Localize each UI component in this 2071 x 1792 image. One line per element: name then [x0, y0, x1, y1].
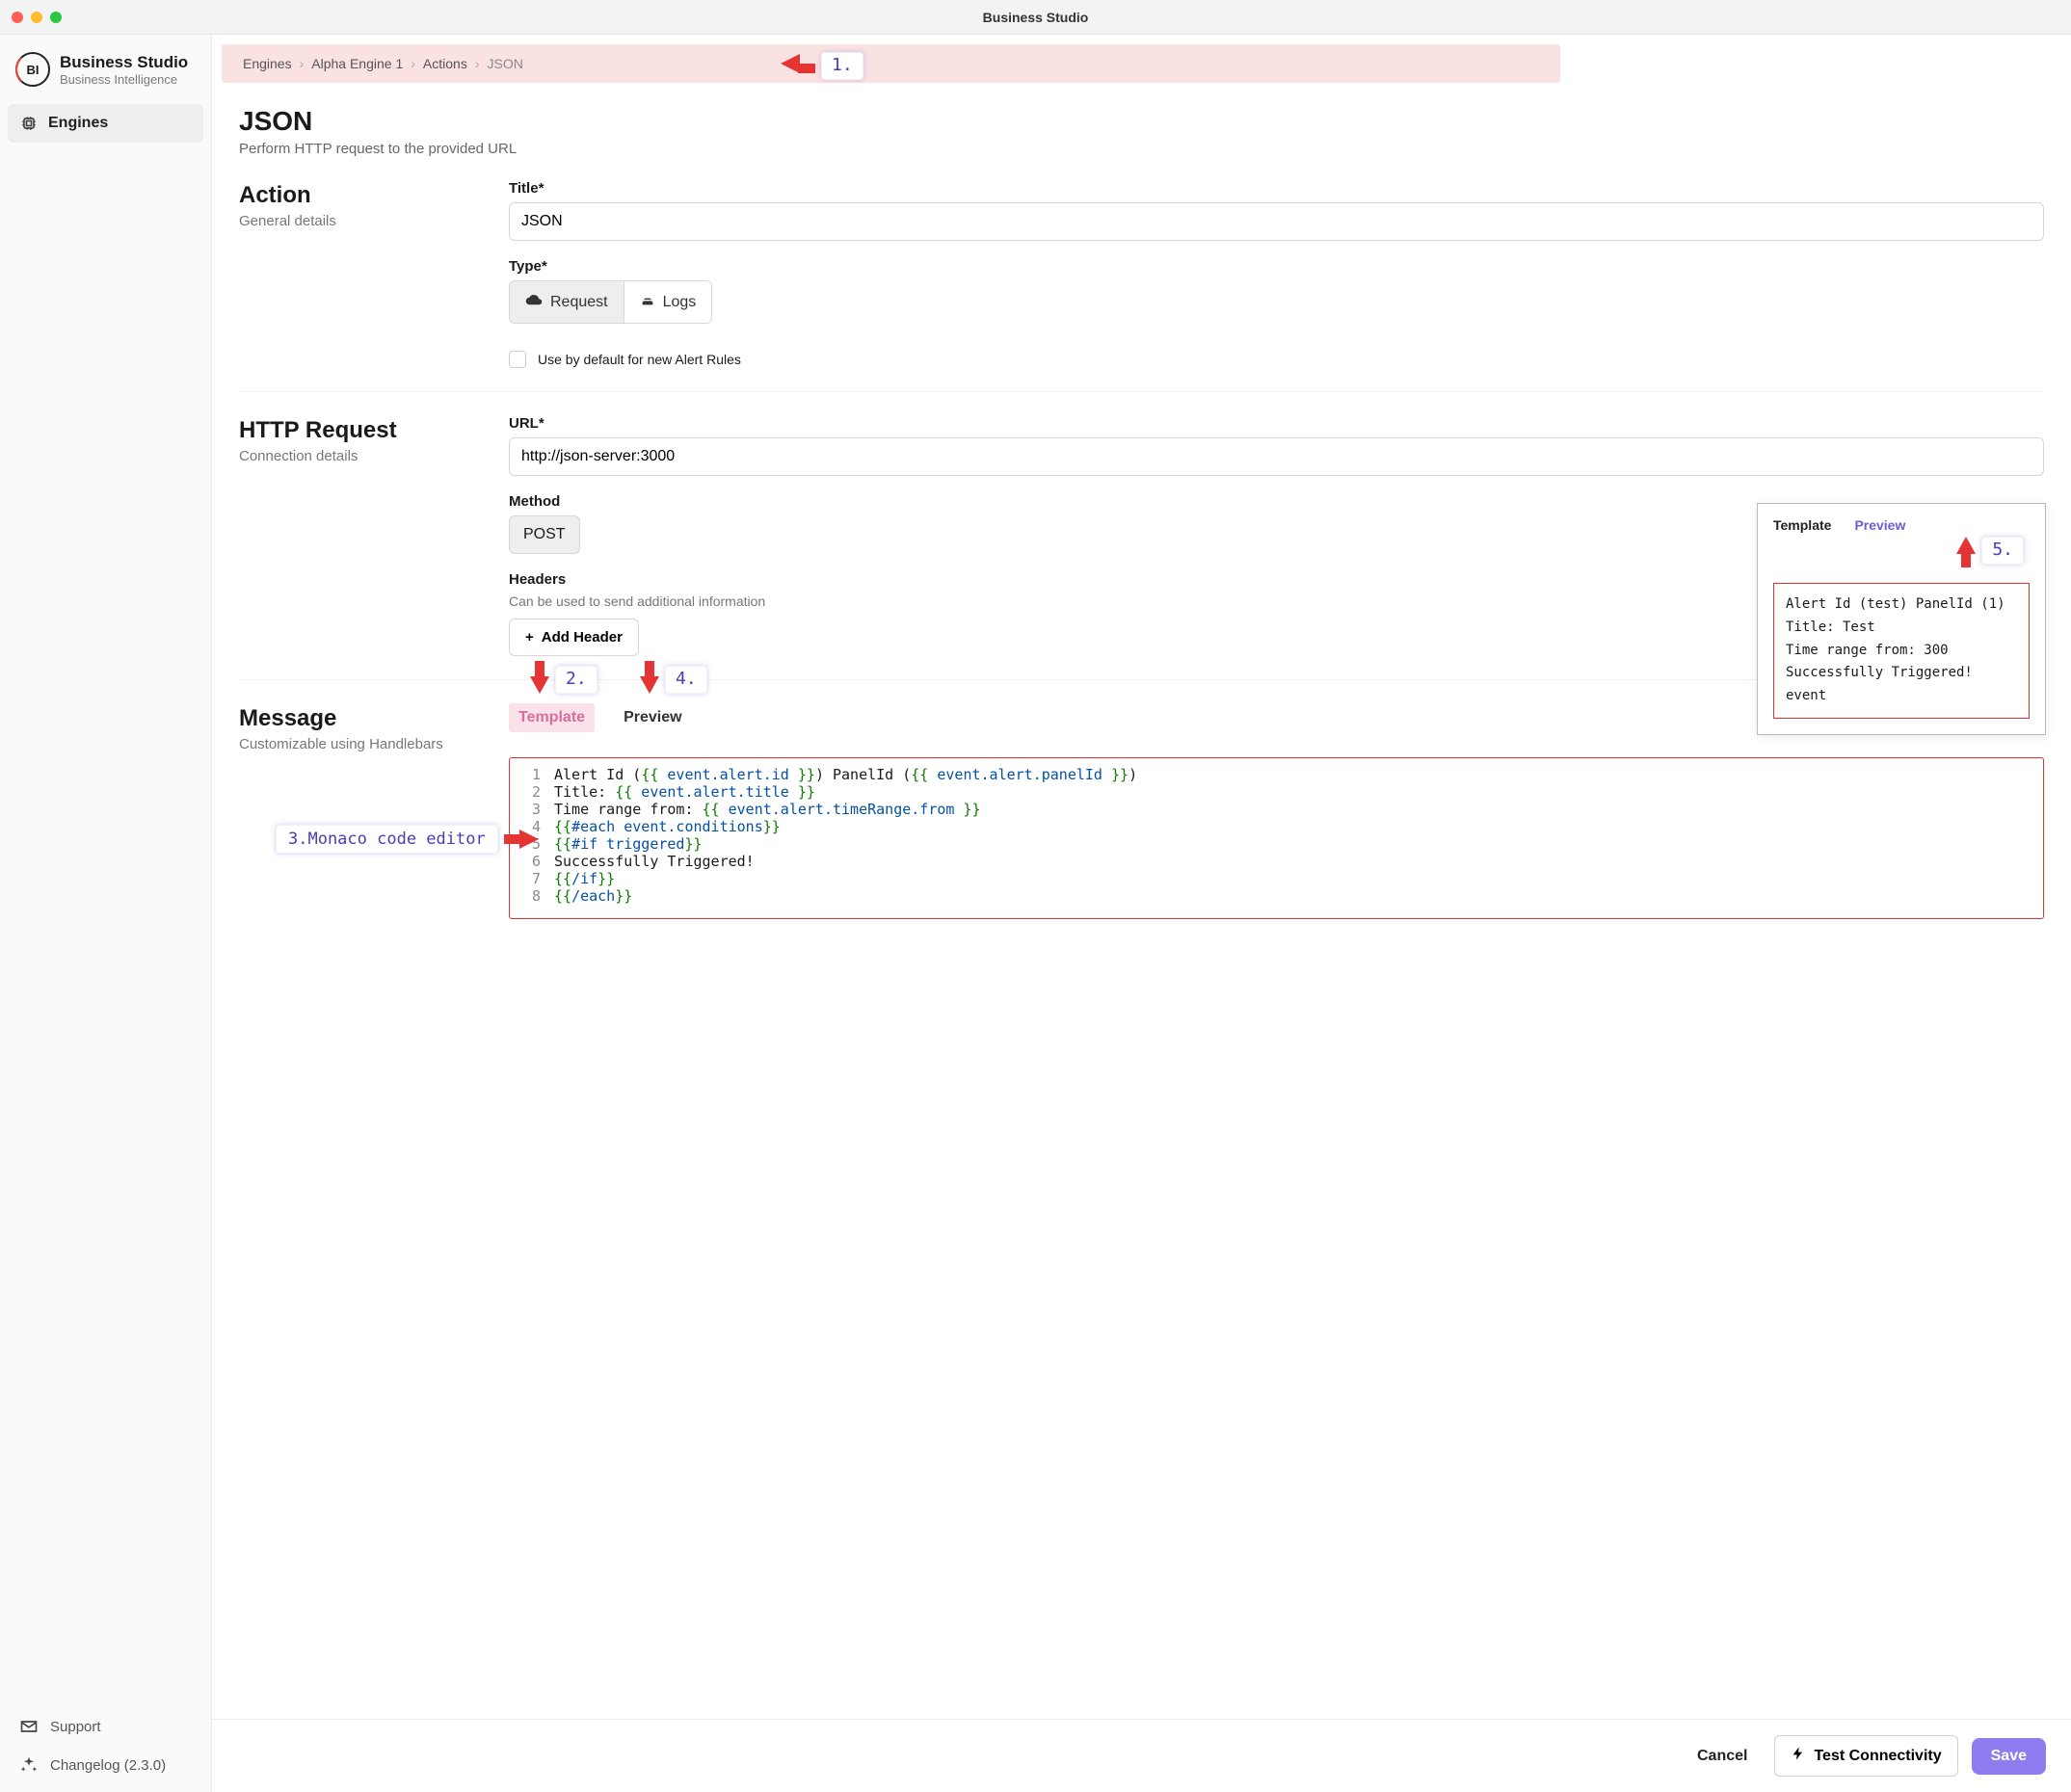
default-checkbox-label: Use by default for new Alert Rules	[538, 352, 741, 367]
type-logs-label: Logs	[663, 294, 697, 311]
chevron-right-icon: ›	[300, 56, 305, 71]
sidebar-item-support[interactable]: Support	[15, 1709, 196, 1744]
section-heading: Message	[239, 705, 480, 732]
section-heading: Action	[239, 182, 480, 209]
page-title: JSON	[239, 106, 2044, 137]
page-subtitle: Perform HTTP request to the provided URL	[239, 141, 2044, 157]
main-content: Engines › Alpha Engine 1 › Actions › JSO…	[212, 35, 2071, 1792]
arrow-down-icon	[640, 661, 659, 694]
breadcrumb-item[interactable]: Engines	[243, 56, 292, 71]
annotation-3: 3.Monaco code editor	[276, 825, 539, 854]
breadcrumb: Engines › Alpha Engine 1 › Actions › JSO…	[222, 44, 1560, 83]
preview-tab-template[interactable]: Template	[1773, 517, 1831, 533]
brand-title: Business Studio	[60, 53, 188, 72]
bolt-icon	[1791, 1746, 1806, 1766]
arrow-up-icon	[1956, 537, 1976, 567]
section-heading: HTTP Request	[239, 417, 480, 444]
sidebar-item-engines[interactable]: Engines	[8, 104, 203, 143]
footer-actions: Cancel Test Connectivity Save	[212, 1719, 2071, 1792]
annotation-2: 2.	[530, 661, 597, 694]
breadcrumb-item[interactable]: Actions	[423, 56, 467, 71]
preview-output: Alert Id (test) PanelId (1) Title: Test …	[1773, 583, 2030, 719]
test-connectivity-button[interactable]: Test Connectivity	[1774, 1735, 1957, 1777]
type-request-label: Request	[550, 294, 608, 311]
section-sub: Connection details	[239, 448, 480, 464]
default-checkbox[interactable]	[509, 351, 526, 368]
annotation-4: 4.	[640, 661, 707, 694]
section-sub: Customizable using Handlebars	[239, 736, 480, 752]
annotation-1: 1.	[781, 52, 863, 80]
breadcrumb-item-current: JSON	[488, 56, 523, 71]
section-action: Action General details Title* Type*	[239, 157, 2044, 392]
window-title: Business Studio	[0, 10, 2071, 25]
sidebar: BI Business Studio Business Intelligence…	[0, 35, 212, 1792]
arrow-down-icon	[530, 661, 549, 694]
section-sub: General details	[239, 213, 480, 229]
brand: BI Business Studio Business Intelligence	[8, 48, 203, 104]
label-title: Title*	[509, 180, 2044, 197]
close-window-icon[interactable]	[12, 12, 23, 23]
mail-icon	[19, 1717, 39, 1736]
tab-preview[interactable]: Preview	[622, 703, 683, 732]
preview-panel: Template Preview 5. Alert Id (test) Pane…	[1757, 503, 2046, 735]
cancel-button[interactable]: Cancel	[1684, 1740, 1761, 1773]
window-controls	[12, 12, 62, 23]
maximize-window-icon[interactable]	[50, 12, 62, 23]
sparkle-icon	[19, 1755, 39, 1775]
preview-tab-preview[interactable]: Preview	[1854, 517, 1905, 533]
save-button[interactable]: Save	[1972, 1738, 2046, 1775]
sidebar-item-label: Engines	[48, 115, 108, 132]
arrow-left-icon	[781, 54, 815, 78]
minimize-window-icon[interactable]	[31, 12, 42, 23]
label-url: URL*	[509, 415, 2044, 432]
type-logs-button[interactable]: Logs	[624, 281, 712, 323]
label-type: Type*	[509, 258, 2044, 275]
method-select[interactable]: POST	[509, 515, 580, 554]
arrow-right-icon	[504, 830, 539, 849]
cloud-icon	[525, 291, 543, 313]
sidebar-item-changelog[interactable]: Changelog (2.3.0)	[15, 1748, 196, 1782]
breadcrumb-item[interactable]: Alpha Engine 1	[311, 56, 403, 71]
add-header-label: Add Header	[542, 629, 623, 646]
url-input[interactable]	[509, 437, 2044, 476]
chevron-right-icon: ›	[411, 56, 415, 71]
annotation-5: 5.	[1956, 537, 2024, 567]
chevron-right-icon: ›	[475, 56, 480, 71]
tab-template[interactable]: Template	[509, 703, 595, 732]
chip-icon	[19, 114, 39, 133]
sidebar-item-label: Changelog (2.3.0)	[50, 1757, 166, 1774]
window-titlebar: Business Studio	[0, 0, 2071, 35]
type-request-button[interactable]: Request	[510, 281, 624, 323]
add-header-button[interactable]: + Add Header	[509, 619, 639, 656]
disk-icon	[640, 292, 655, 312]
title-input[interactable]	[509, 202, 2044, 241]
type-toggle: Request Logs	[509, 280, 712, 324]
plus-icon: +	[525, 629, 534, 646]
brand-subtitle: Business Intelligence	[60, 72, 188, 87]
brand-logo-icon: BI	[15, 52, 50, 87]
code-editor[interactable]: 1Alert Id ({{ event.alert.id }}) PanelId…	[509, 757, 2044, 919]
test-connectivity-label: Test Connectivity	[1814, 1748, 1941, 1765]
sidebar-item-label: Support	[50, 1719, 101, 1735]
